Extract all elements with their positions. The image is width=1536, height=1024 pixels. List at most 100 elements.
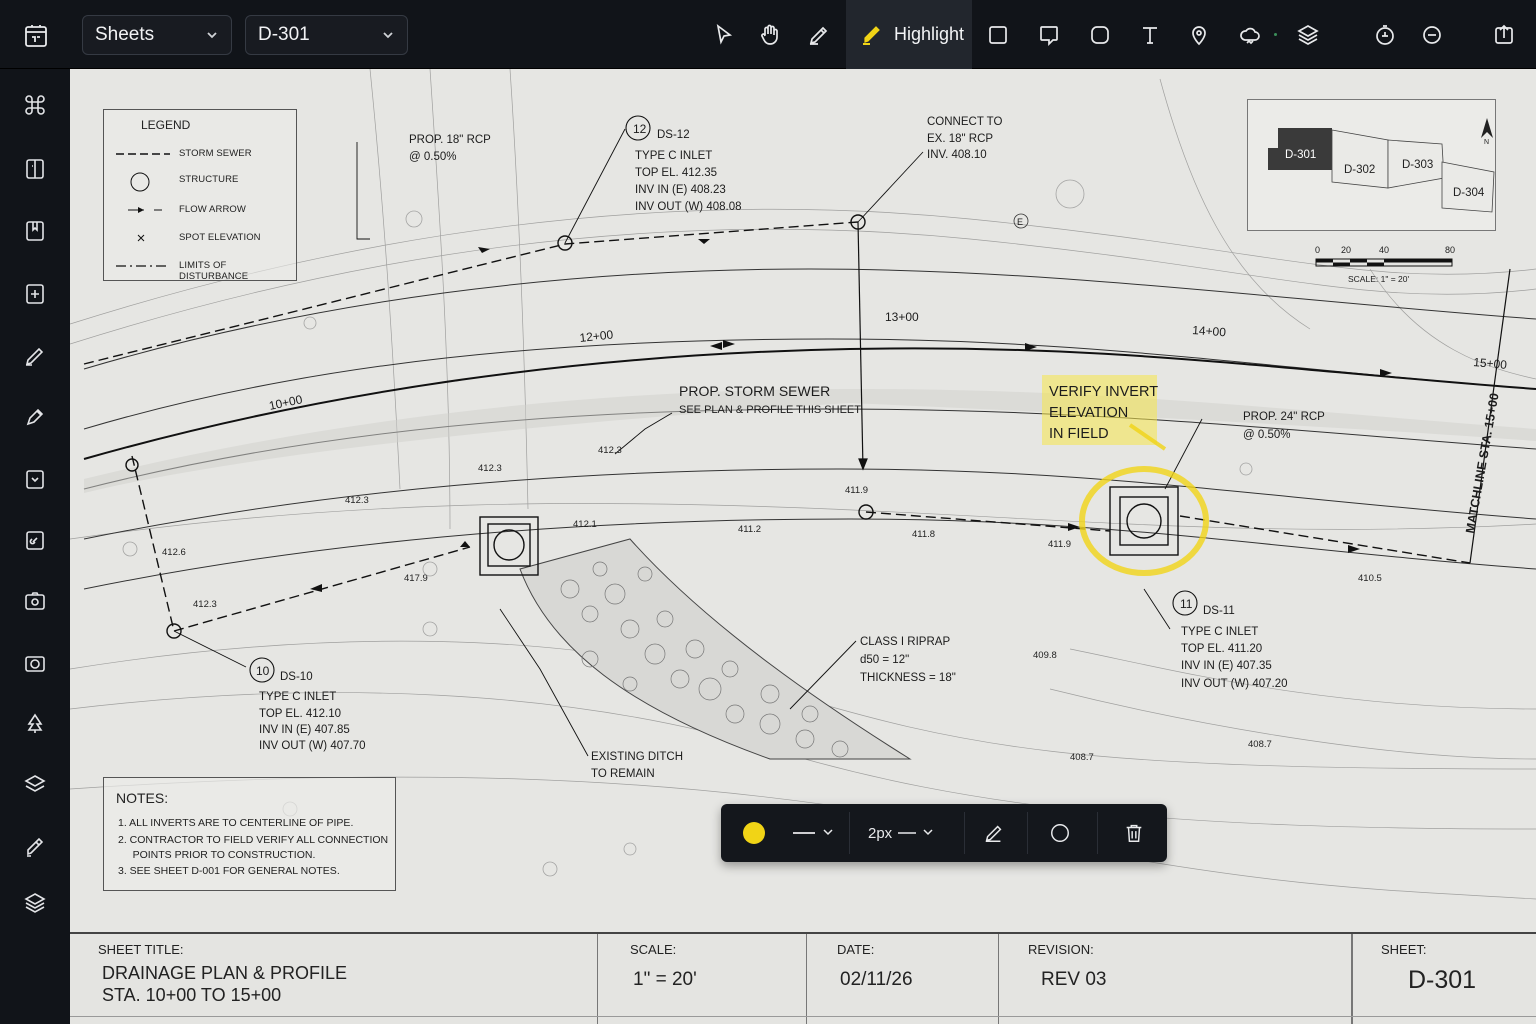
zoom-in-icon[interactable] [1365, 15, 1405, 55]
sheet-label: SHEET: [1381, 942, 1427, 957]
divider [964, 812, 965, 854]
bookmark-icon[interactable] [15, 211, 55, 251]
station-15: 15+00 [1473, 355, 1508, 372]
chevron-down-icon [823, 829, 833, 836]
app-logo-icon[interactable] [16, 16, 56, 56]
line-style-dropdown[interactable] [793, 804, 837, 862]
keymap-sheet-current[interactable]: D-301 [1285, 149, 1316, 161]
legend-row-flow: FLOW ARROW [114, 202, 294, 218]
drawing-canvas[interactable]: 412.3 412.3 412.3 412.6 412.1 411.2 411.… [70, 69, 1536, 1024]
link-icon[interactable] [15, 520, 55, 560]
trash-icon [1126, 824, 1142, 842]
shape-circle-button[interactable] [1049, 804, 1071, 862]
highlight-text-1: VERIFY INVERT [1049, 384, 1158, 400]
key-map[interactable]: D-301 D-302 D-303 D-304 N [1247, 99, 1496, 231]
title-block-rule [70, 1016, 1536, 1017]
station-14: 14+00 [1192, 323, 1227, 339]
highlight-text-3: IN FIELD [1049, 426, 1109, 442]
spot-elev: 412.6 [162, 547, 186, 558]
camera-icon[interactable] [15, 581, 55, 621]
legend-label: LIMITS OF DISTURBANCE [179, 260, 249, 282]
label-prop18-1: PROP. 18" RCP [409, 134, 491, 146]
sheets-dropdown[interactable]: Sheets [82, 15, 232, 55]
riprap-line: d50 = 12" [860, 654, 909, 666]
ds12-line: TYPE C INLET [635, 150, 712, 162]
scale-tick: 40 [1379, 245, 1389, 255]
map-pin-icon[interactable] [1179, 15, 1219, 55]
notes-title: NOTES: [116, 790, 169, 806]
thickness-dropdown[interactable]: 2px [868, 804, 942, 862]
select-tool-icon[interactable] [704, 15, 744, 55]
clip-icon[interactable] [15, 459, 55, 499]
title-block: SHEET TITLE: DRAINAGE PLAN & PROFILE STA… [70, 932, 1536, 1024]
connect-line: CONNECT TO [927, 116, 1002, 128]
export-icon[interactable] [1484, 15, 1524, 55]
pan-hand-icon[interactable] [750, 15, 790, 55]
edit-pen-button[interactable] [983, 804, 1005, 862]
scale-label: SCALE: 1" = 20' [1348, 274, 1409, 284]
layers-stack-icon[interactable] [15, 765, 55, 805]
spot-elev: 412.3 [478, 463, 502, 474]
pencil-icon[interactable] [15, 336, 55, 376]
brush-icon[interactable] [15, 827, 55, 867]
spot-elev: 411.2 [738, 524, 761, 535]
date-label: DATE: [837, 942, 875, 957]
command-icon[interactable] [15, 85, 55, 125]
pen-tool-icon[interactable] [799, 15, 839, 55]
scale-cell: SCALE: 1" = 20' [598, 934, 807, 1024]
legend-label: STRUCTURE [179, 174, 239, 185]
rectangle-tool-icon[interactable] [978, 15, 1018, 55]
zoom-out-icon[interactable] [1412, 15, 1452, 55]
camera-alt-icon[interactable] [15, 643, 55, 683]
prop24-line: PROP. 24" RCP [1243, 411, 1325, 423]
riprap-area[interactable] [519, 538, 912, 760]
station-13: 13+00 [885, 310, 919, 324]
book-icon[interactable] [15, 149, 55, 189]
rounded-rect-tool-icon[interactable] [1080, 15, 1120, 55]
spot-elev: 408.7 [1070, 752, 1094, 763]
sheet-number-dropdown[interactable]: D-301 [245, 15, 408, 55]
delete-button[interactable] [1123, 804, 1145, 862]
matchline-label: MATCHLINE STA. 15+00 [1463, 392, 1502, 535]
chevron-down-icon [383, 32, 393, 39]
ds10-line: TOP EL. 412.10 [259, 708, 341, 720]
spot-elev: 408.7 [1248, 739, 1272, 750]
legend-label: STORM SEWER [179, 148, 252, 159]
plus-box-icon[interactable] [15, 274, 55, 314]
annotation-toolbar: 2px [721, 804, 1167, 862]
cloud-markup-icon[interactable] [1230, 15, 1270, 55]
date-cell: DATE: 02/11/26 [807, 934, 999, 1024]
north-arrow-label: N [1484, 139, 1489, 146]
layers-icon[interactable] [1288, 15, 1328, 55]
callout-tool-icon[interactable] [1029, 15, 1069, 55]
ds10-number: 10 [256, 664, 270, 678]
revision-cell: REVISION: REV 03 [999, 934, 1352, 1024]
keymap-sheet[interactable]: D-303 [1402, 159, 1433, 171]
sheet-number-label: D-301 [258, 24, 310, 45]
tree-icon[interactable] [15, 704, 55, 744]
pen-icon[interactable] [15, 397, 55, 437]
keymap-sheet[interactable]: D-302 [1344, 164, 1375, 176]
ds10-id: DS-10 [280, 671, 313, 683]
legend-label: FLOW ARROW [179, 204, 246, 215]
sheets-dropdown-label: Sheets [95, 24, 155, 45]
spot-elev: 411.8 [912, 529, 935, 540]
color-picker[interactable] [743, 804, 765, 862]
ds12-line: INV IN (E) 408.23 [635, 184, 726, 196]
keymap-sheet[interactable]: D-304 [1453, 187, 1485, 199]
top-toolbar: Sheets D-301 Highlight [0, 0, 1536, 69]
color-swatch[interactable] [743, 822, 765, 844]
note-line: 1. ALL INVERTS ARE TO CENTERLINE OF PIPE… [118, 817, 354, 829]
highlight-tool-label: Highlight [894, 24, 965, 44]
sheet-number-cell: SHEET: D-301 [1352, 934, 1536, 1024]
note-line: 2. CONTRACTOR TO FIELD VERIFY ALL CONNEC… [118, 834, 389, 846]
ds12-id: DS-12 [657, 129, 690, 141]
text-tool-icon[interactable] [1130, 15, 1170, 55]
spot-elev: 412.3 [193, 599, 217, 610]
stack-icon[interactable] [15, 883, 55, 923]
thickness-value: 2px [868, 824, 893, 842]
legend-row-lod: LIMITS OF DISTURBANCE [114, 258, 294, 282]
highlight-tool-button[interactable]: Highlight [846, 0, 972, 69]
sheet-title-label: SHEET TITLE: [98, 942, 184, 957]
riprap-line: CLASS I RIPRAP [860, 636, 950, 648]
